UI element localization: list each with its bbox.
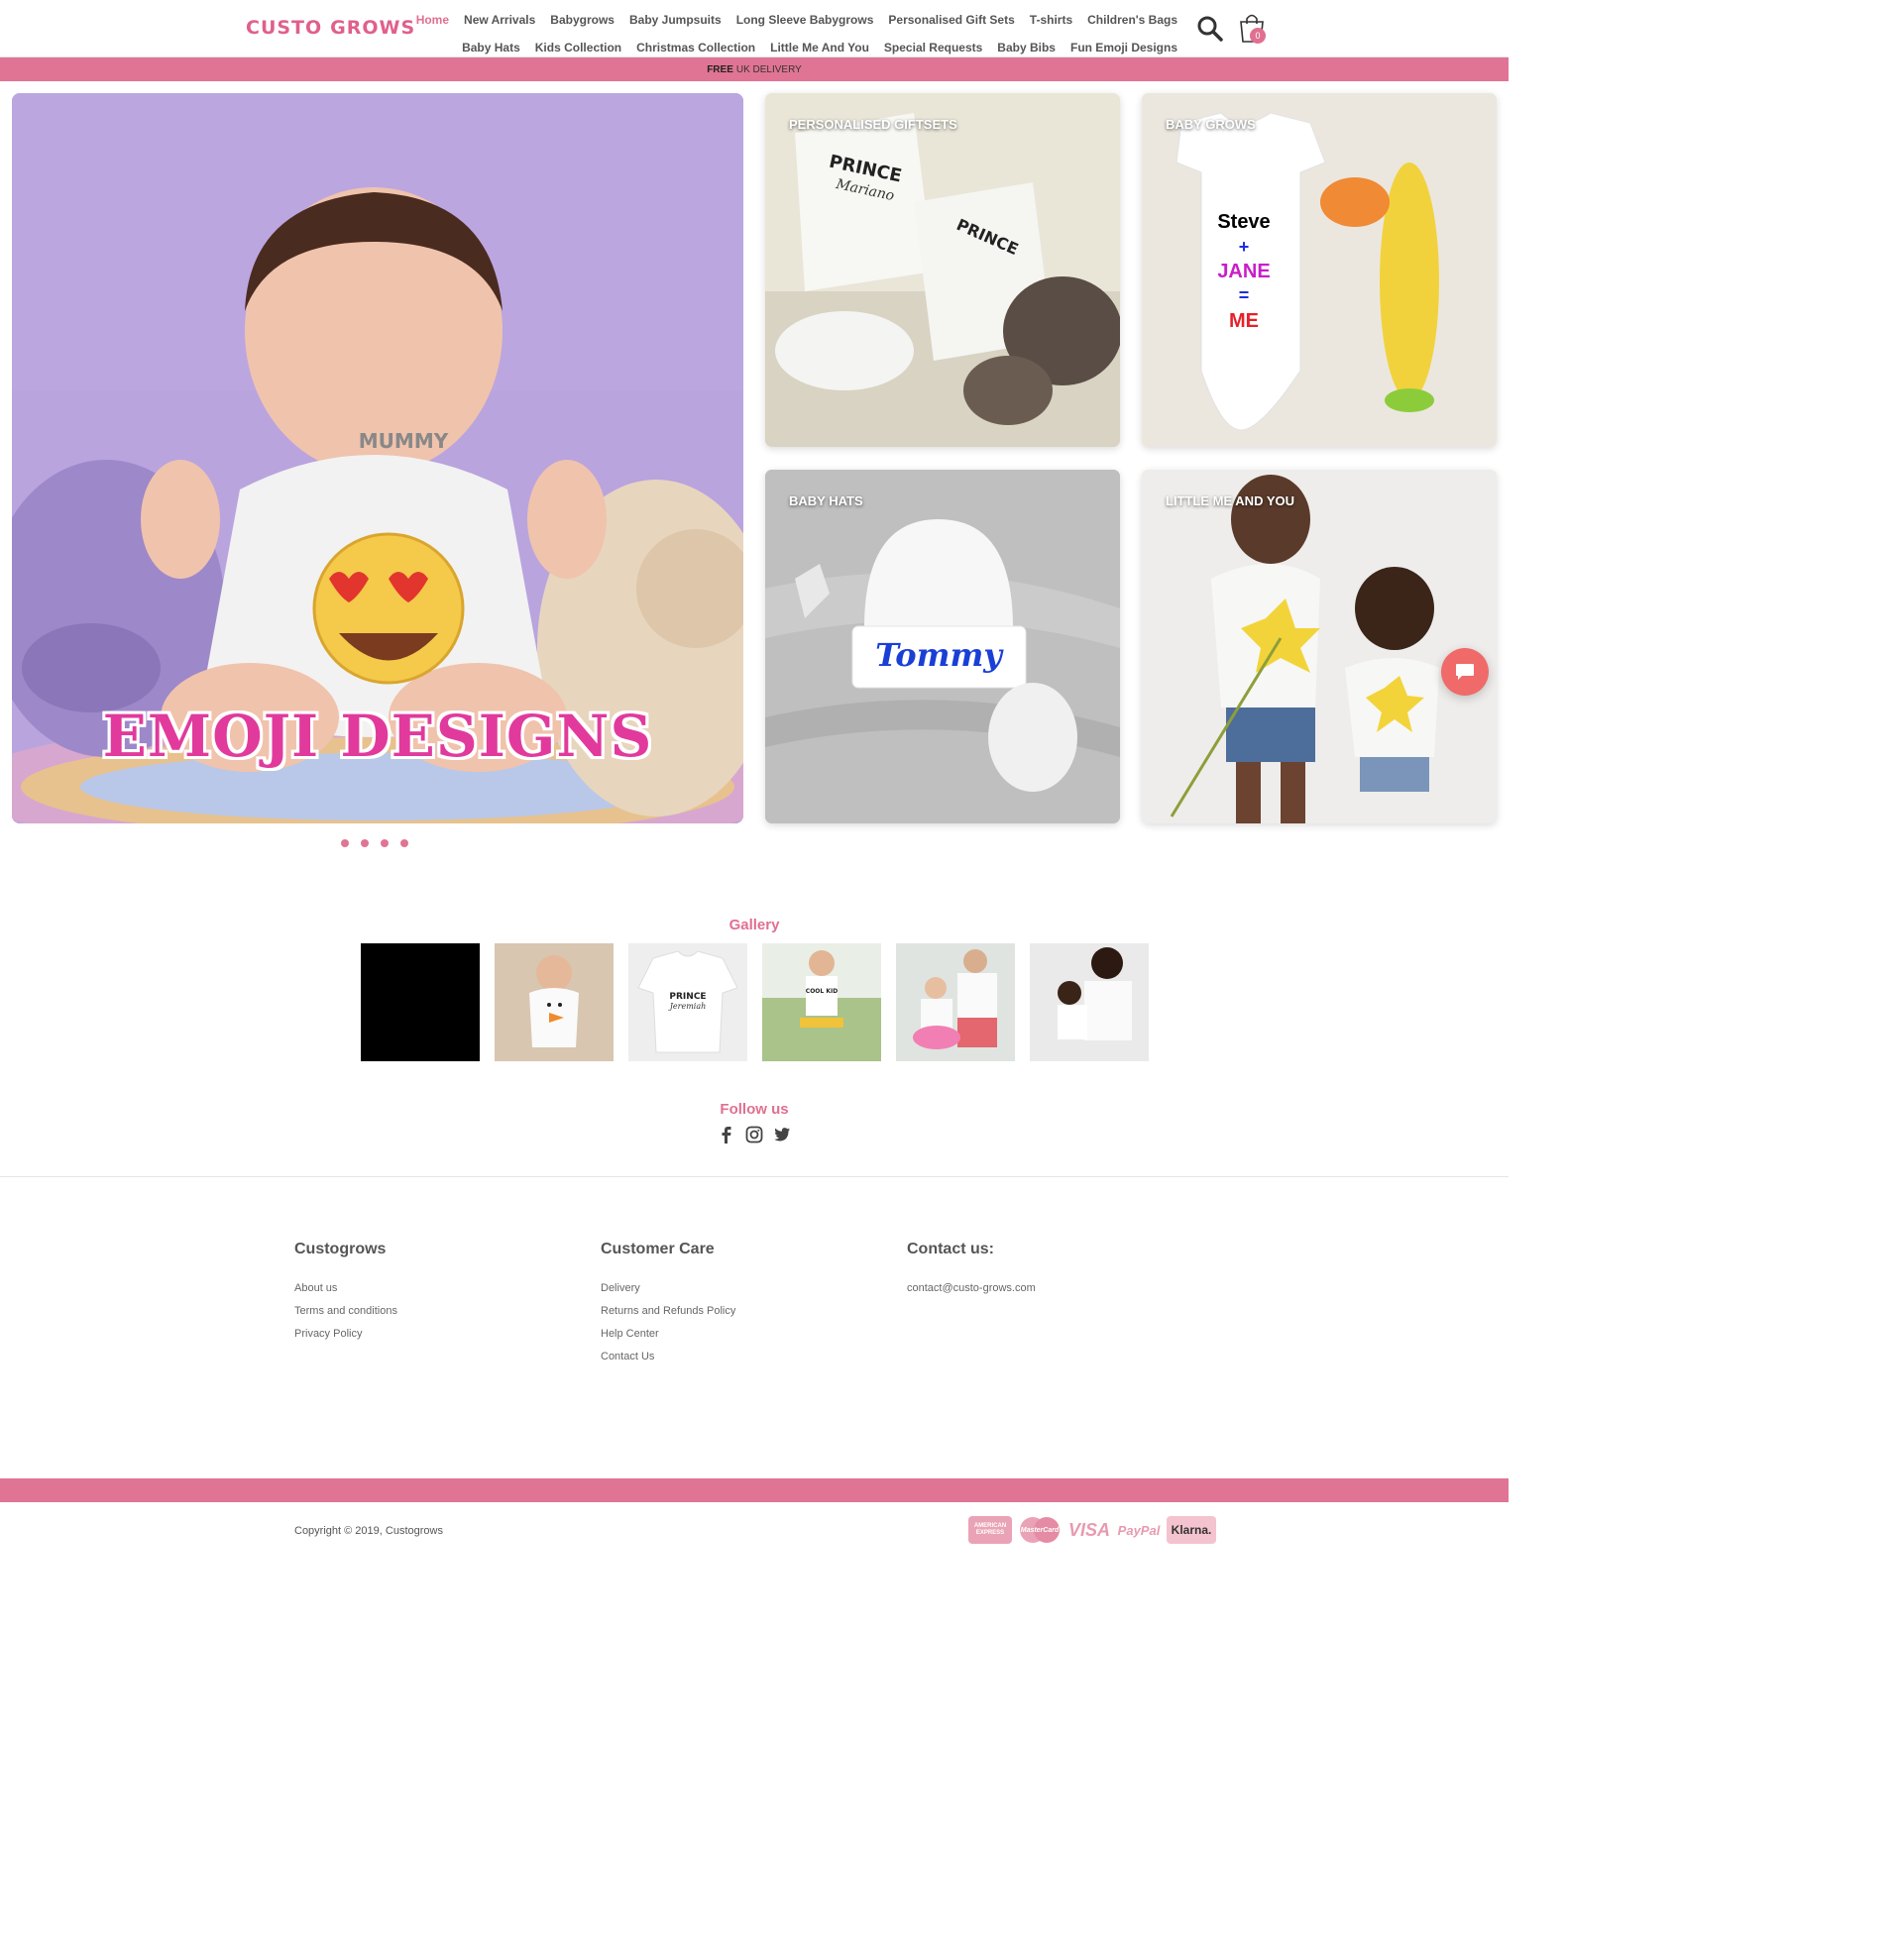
footer-link-delivery[interactable]: Delivery (601, 1282, 735, 1305)
logo-text-right: GROWS (330, 17, 416, 39)
hero-slider[interactable]: MUMMY EMOJI DESIGNS (12, 93, 743, 823)
instagram-icon[interactable] (745, 1126, 763, 1143)
slider-dot[interactable] (400, 839, 408, 847)
giftset-image: PRINCE Mariano PRINCE (765, 93, 1120, 447)
follow-us-title: Follow us (720, 1101, 789, 1118)
babygrow-line2: + (1239, 237, 1250, 257)
cart-count-badge[interactable]: 0 (1250, 28, 1266, 44)
klarna-icon: Klarna. (1167, 1516, 1216, 1544)
site-header: CUSTO GROWS Home New Arrivals Babygrows … (0, 0, 1509, 57)
footer-contact-email[interactable]: contact@custo-grows.com (907, 1282, 1036, 1305)
babygrow-line3: JANE (1217, 261, 1270, 282)
footer-accent-bar (0, 1478, 1509, 1502)
visa-icon: VISA (1067, 1519, 1110, 1540)
babygrow-line1: Steve (1217, 211, 1270, 233)
footer-divider (0, 1176, 1509, 1177)
hero-shirt-text: MUMMY (359, 429, 449, 453)
nav-item-home[interactable]: Home (416, 13, 449, 27)
nav-item-little-me-and-you[interactable]: Little Me And You (770, 41, 869, 54)
chat-icon (1456, 664, 1474, 680)
gallery-print-1: PRINCE (669, 992, 706, 1002)
gallery-item[interactable] (495, 943, 614, 1061)
slider-dots (341, 839, 408, 847)
slider-dot[interactable] (381, 839, 389, 847)
nav-item-long-sleeve-babygrows[interactable]: Long Sleeve Babygrows (736, 13, 874, 27)
category-tile-little-me-and-you[interactable]: LITTLE ME AND YOU (1142, 470, 1497, 823)
nav-item-baby-jumpsuits[interactable]: Baby Jumpsuits (629, 13, 722, 27)
promo-bar: FREE UK DELIVERY (0, 57, 1509, 81)
nav-row-1: Home New Arrivals Babygrows Baby Jumpsui… (416, 6, 1177, 34)
main-navigation: Home New Arrivals Babygrows Baby Jumpsui… (416, 6, 1177, 61)
chat-button[interactable] (1441, 648, 1489, 696)
footer-link-returns[interactable]: Returns and Refunds Policy (601, 1305, 735, 1328)
baby-hat-image: Tommy (765, 470, 1120, 823)
hero-title: EMOJI DESIGNS (102, 703, 653, 770)
gallery-item[interactable] (896, 943, 1015, 1061)
gallery-print-3: COOL KID (806, 988, 838, 995)
nav-item-personalised-gift-sets[interactable]: Personalised Gift Sets (888, 13, 1014, 27)
nav-item-special-requests[interactable]: Special Requests (884, 41, 982, 54)
footer-link-privacy[interactable]: Privacy Policy (294, 1328, 397, 1351)
mastercard-icon: MasterCard (1018, 1516, 1062, 1544)
social-links (718, 1126, 791, 1143)
footer-column-contact: Contact us: contact@custo-grows.com (907, 1241, 1036, 1305)
footer-column-customer-care: Customer Care Delivery Returns and Refun… (601, 1241, 735, 1373)
footer-heading: Customer Care (601, 1241, 715, 1257)
gallery-image: PRINCE Jeremiah (628, 943, 747, 1061)
gallery-image (495, 943, 614, 1061)
tile-label: LITTLE ME AND YOU (1166, 493, 1294, 508)
babygrow-line5: ME (1229, 310, 1259, 332)
promo-bold-text: FREE (707, 63, 733, 75)
promo-text: UK DELIVERY (735, 63, 802, 75)
babygrow-line4: = (1239, 285, 1250, 305)
nav-item-kids-collection[interactable]: Kids Collection (535, 41, 621, 54)
slider-dot[interactable] (361, 839, 369, 847)
copyright-text: Copyright © 2019, Custogrows (294, 1525, 443, 1537)
amex-icon: AMERICAN EXPRESS (968, 1516, 1012, 1544)
search-icon[interactable] (1196, 15, 1224, 43)
footer-heading: Contact us: (907, 1241, 994, 1257)
tile-label: BABY HATS (789, 493, 863, 508)
category-tile-baby-grows[interactable]: Steve + JANE = ME BABY GROWS (1142, 93, 1497, 447)
gallery-item[interactable]: PRINCE Jeremiah (628, 943, 747, 1061)
gallery-item[interactable]: COOL KID (762, 943, 881, 1061)
category-tile-baby-hats[interactable]: Tommy BABY HATS (765, 470, 1120, 823)
nav-item-baby-hats[interactable]: Baby Hats (462, 41, 520, 54)
logo-text-left: CUSTO (246, 17, 323, 39)
footer-link-help-center[interactable]: Help Center (601, 1328, 735, 1351)
nav-item-childrens-bags[interactable]: Children's Bags (1087, 13, 1177, 27)
gallery-title: Gallery (728, 917, 780, 933)
footer-column-custogrows: Custogrows About us Terms and conditions… (294, 1241, 397, 1351)
nav-item-christmas-collection[interactable]: Christmas Collection (636, 41, 755, 54)
nav-item-fun-emoji-designs[interactable]: Fun Emoji Designs (1070, 41, 1177, 54)
paypal-icon: PayPal (1117, 1522, 1161, 1538)
gallery-image (1030, 943, 1149, 1061)
gallery-grid: PRINCE Jeremiah COOL KID (361, 943, 1149, 1061)
slider-dot[interactable] (341, 839, 349, 847)
nav-item-new-arrivals[interactable]: New Arrivals (464, 13, 535, 27)
gallery-image (896, 943, 1015, 1061)
gallery-item[interactable] (1030, 943, 1149, 1061)
nav-item-t-shirts[interactable]: T-shirts (1030, 13, 1072, 27)
payment-methods: AMERICAN EXPRESS MasterCard VISA PayPal … (968, 1516, 1216, 1544)
category-tile-personalised-giftsets[interactable]: PRINCE Mariano PRINCE PERSONALISED GIFTS… (765, 93, 1120, 447)
footer-heading: Custogrows (294, 1241, 387, 1257)
footer-link-about-us[interactable]: About us (294, 1282, 397, 1305)
little-me-and-you-image (1142, 470, 1497, 823)
baby-hat-print: Tommy (875, 636, 1004, 674)
gallery-image: COOL KID (762, 943, 881, 1061)
nav-item-babygrows[interactable]: Babygrows (550, 13, 615, 27)
footer-link-terms[interactable]: Terms and conditions (294, 1305, 397, 1328)
site-logo[interactable]: CUSTO GROWS (246, 4, 414, 52)
footer-link-contact-us[interactable]: Contact Us (601, 1351, 735, 1373)
twitter-icon[interactable] (773, 1126, 791, 1143)
mastercard-label: MasterCard (1020, 1526, 1060, 1534)
babygrow-image: Steve + JANE = ME (1142, 93, 1497, 447)
tile-label: PERSONALISED GIFTSETS (789, 117, 957, 132)
gallery-item[interactable] (361, 943, 480, 1061)
tile-label: BABY GROWS (1166, 117, 1256, 132)
gallery-print-2: Jeremiah (668, 1002, 707, 1011)
facebook-icon[interactable] (718, 1126, 735, 1143)
nav-item-baby-bibs[interactable]: Baby Bibs (997, 41, 1056, 54)
